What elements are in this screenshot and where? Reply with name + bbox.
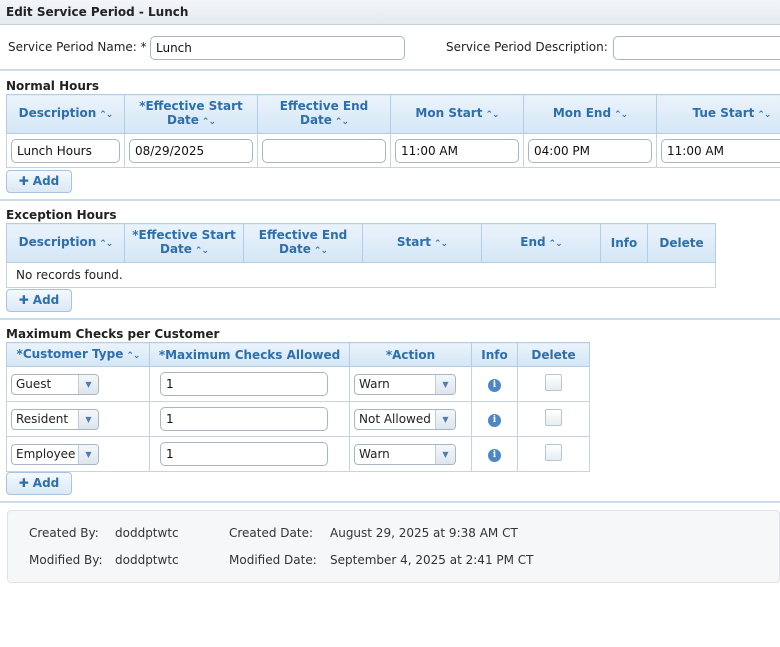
effective-start-date-input[interactable] [129, 138, 253, 163]
action-select[interactable]: Warn ▼ [354, 443, 456, 465]
info-icon[interactable]: i [488, 449, 501, 462]
mon-start-input[interactable] [395, 138, 519, 163]
column-header-start[interactable]: Start ⌃⌄ [362, 223, 482, 263]
sort-arrows-icon: ⌃⌄ [99, 110, 113, 120]
chevron-down-icon: ▼ [78, 409, 98, 429]
service-period-description-label: Service Period Description: [446, 40, 608, 54]
normal-hours-title: Normal Hours [6, 79, 99, 93]
delete-checkbox[interactable] [545, 409, 562, 426]
service-period-name-input[interactable] [150, 36, 405, 60]
column-header-effective-start-date[interactable]: *Effective Start Date ⌃⌄ [124, 223, 244, 263]
page-title: Edit Service Period - Lunch [0, 0, 780, 25]
normal-hours-add-button[interactable]: ✚ Add [6, 170, 72, 193]
plus-icon: ✚ [18, 293, 29, 307]
chevron-down-icon: ▼ [435, 374, 455, 394]
created-date-value: August 29, 2025 at 9:38 AM CT [330, 526, 518, 540]
max-checks-input[interactable] [160, 372, 328, 396]
table-row: Guest▼ Warn▼ i [6, 366, 590, 402]
customer-type-select[interactable]: Employee ▼ [11, 443, 99, 465]
column-header-customer-type[interactable]: *Customer Type ⌃⌄ [6, 342, 150, 367]
info-icon[interactable]: i [488, 414, 501, 427]
sort-arrows-icon: ⌃⌄ [434, 239, 448, 249]
customer-type-select[interactable]: Resident ▼ [11, 408, 99, 430]
customer-type-select[interactable]: Guest ▼ [11, 373, 99, 395]
sort-arrows-icon: ⌃⌄ [201, 117, 216, 127]
normal-hours-table: Description ⌃⌄ *Effective Start Date ⌃⌄ Ef… [6, 94, 780, 168]
sort-arrows-icon: ⌃⌄ [757, 110, 771, 120]
column-header-info: Info [600, 223, 648, 263]
chevron-down-icon: ▼ [78, 374, 98, 394]
exception-hours-add-button[interactable]: ✚ Add [6, 289, 72, 312]
column-header-effective-start-date[interactable]: *Effective Start Date ⌃⌄ [124, 94, 258, 134]
created-by-value: doddptwtc [115, 526, 179, 540]
plus-icon: ✚ [18, 476, 29, 490]
table-row [6, 133, 780, 168]
created-date-label: Created Date: [229, 526, 314, 540]
action-select[interactable]: Not Allowed ▼ [354, 408, 456, 430]
max-checks-table: *Customer Type ⌃⌄ *Maximum Checks Allowed… [6, 342, 590, 472]
service-period-name-label: Service Period Name: * [8, 40, 147, 54]
description-input[interactable] [11, 138, 120, 163]
sort-arrows-icon: ⌃⌄ [548, 239, 563, 249]
column-header-tue-start[interactable]: Tue Start ⌃⌄ [656, 94, 780, 134]
sort-arrows-icon: ⌃⌄ [334, 117, 349, 127]
plus-icon: ✚ [18, 174, 29, 188]
max-checks-input[interactable] [160, 407, 328, 431]
section-divider [0, 318, 780, 320]
column-header-end[interactable]: End ⌃⌄ [481, 223, 601, 263]
chevron-down-icon: ▼ [435, 444, 455, 464]
audit-panel: Created By: doddptwtc Created Date: Augu… [7, 510, 780, 583]
max-checks-title: Maximum Checks per Customer [6, 327, 220, 341]
sort-arrows-icon: ⌃⌄ [313, 246, 328, 256]
column-header-mon-end[interactable]: Mon End ⌃⌄ [523, 94, 657, 134]
sort-arrows-icon: ⌃⌄ [126, 350, 140, 361]
max-checks-add-button[interactable]: ✚ Add [6, 472, 72, 495]
table-row: Resident▼ Not Allowed▼ i [6, 401, 590, 437]
service-period-description-input[interactable] [613, 36, 780, 60]
exception-hours-title: Exception Hours [6, 208, 117, 222]
modified-by-value: doddptwtc [115, 553, 179, 567]
column-header-action: *Action [349, 342, 472, 367]
sort-arrows-icon: ⌃⌄ [194, 246, 209, 256]
mon-end-input[interactable] [528, 138, 652, 163]
empty-message: No records found. [6, 262, 716, 288]
modified-date-label: Modified Date: [229, 553, 317, 567]
column-header-info: Info [471, 342, 518, 367]
sort-arrows-icon: ⌃⌄ [99, 239, 113, 249]
column-header-effective-end-date[interactable]: Effective End Date ⌃⌄ [257, 94, 391, 134]
sort-arrows-icon: ⌃⌄ [614, 110, 628, 120]
column-header-mon-start[interactable]: Mon Start ⌃⌄ [390, 94, 524, 134]
exception-hours-table: Description ⌃⌄ *Effective Start Date ⌃⌄ Ef… [6, 223, 716, 288]
column-header-delete: Delete [647, 223, 716, 263]
modified-date-value: September 4, 2025 at 2:41 PM CT [330, 553, 534, 567]
delete-checkbox[interactable] [545, 374, 562, 391]
section-divider [0, 199, 780, 201]
created-by-label: Created By: [29, 526, 99, 540]
action-select[interactable]: Warn ▼ [354, 373, 456, 395]
effective-end-date-input[interactable] [262, 138, 386, 163]
modified-by-label: Modified By: [29, 553, 103, 567]
column-header-description[interactable]: Description ⌃⌄ [6, 94, 125, 134]
column-header-delete: Delete [517, 342, 590, 367]
column-header-description[interactable]: Description ⌃⌄ [6, 223, 125, 263]
section-divider [0, 69, 780, 71]
chevron-down-icon: ▼ [435, 409, 455, 429]
delete-checkbox[interactable] [545, 444, 562, 461]
column-header-max-checks: *Maximum Checks Allowed [149, 342, 350, 367]
sort-arrows-icon: ⌃⌄ [485, 110, 499, 120]
max-checks-input[interactable] [160, 442, 328, 466]
table-row: Employee▼ Warn▼ i [6, 436, 590, 472]
info-icon[interactable]: i [488, 379, 501, 392]
section-divider [0, 501, 780, 503]
chevron-down-icon: ▼ [78, 444, 98, 464]
column-header-effective-end-date[interactable]: Effective End Date ⌃⌄ [243, 223, 363, 263]
tue-start-input[interactable] [661, 138, 780, 163]
